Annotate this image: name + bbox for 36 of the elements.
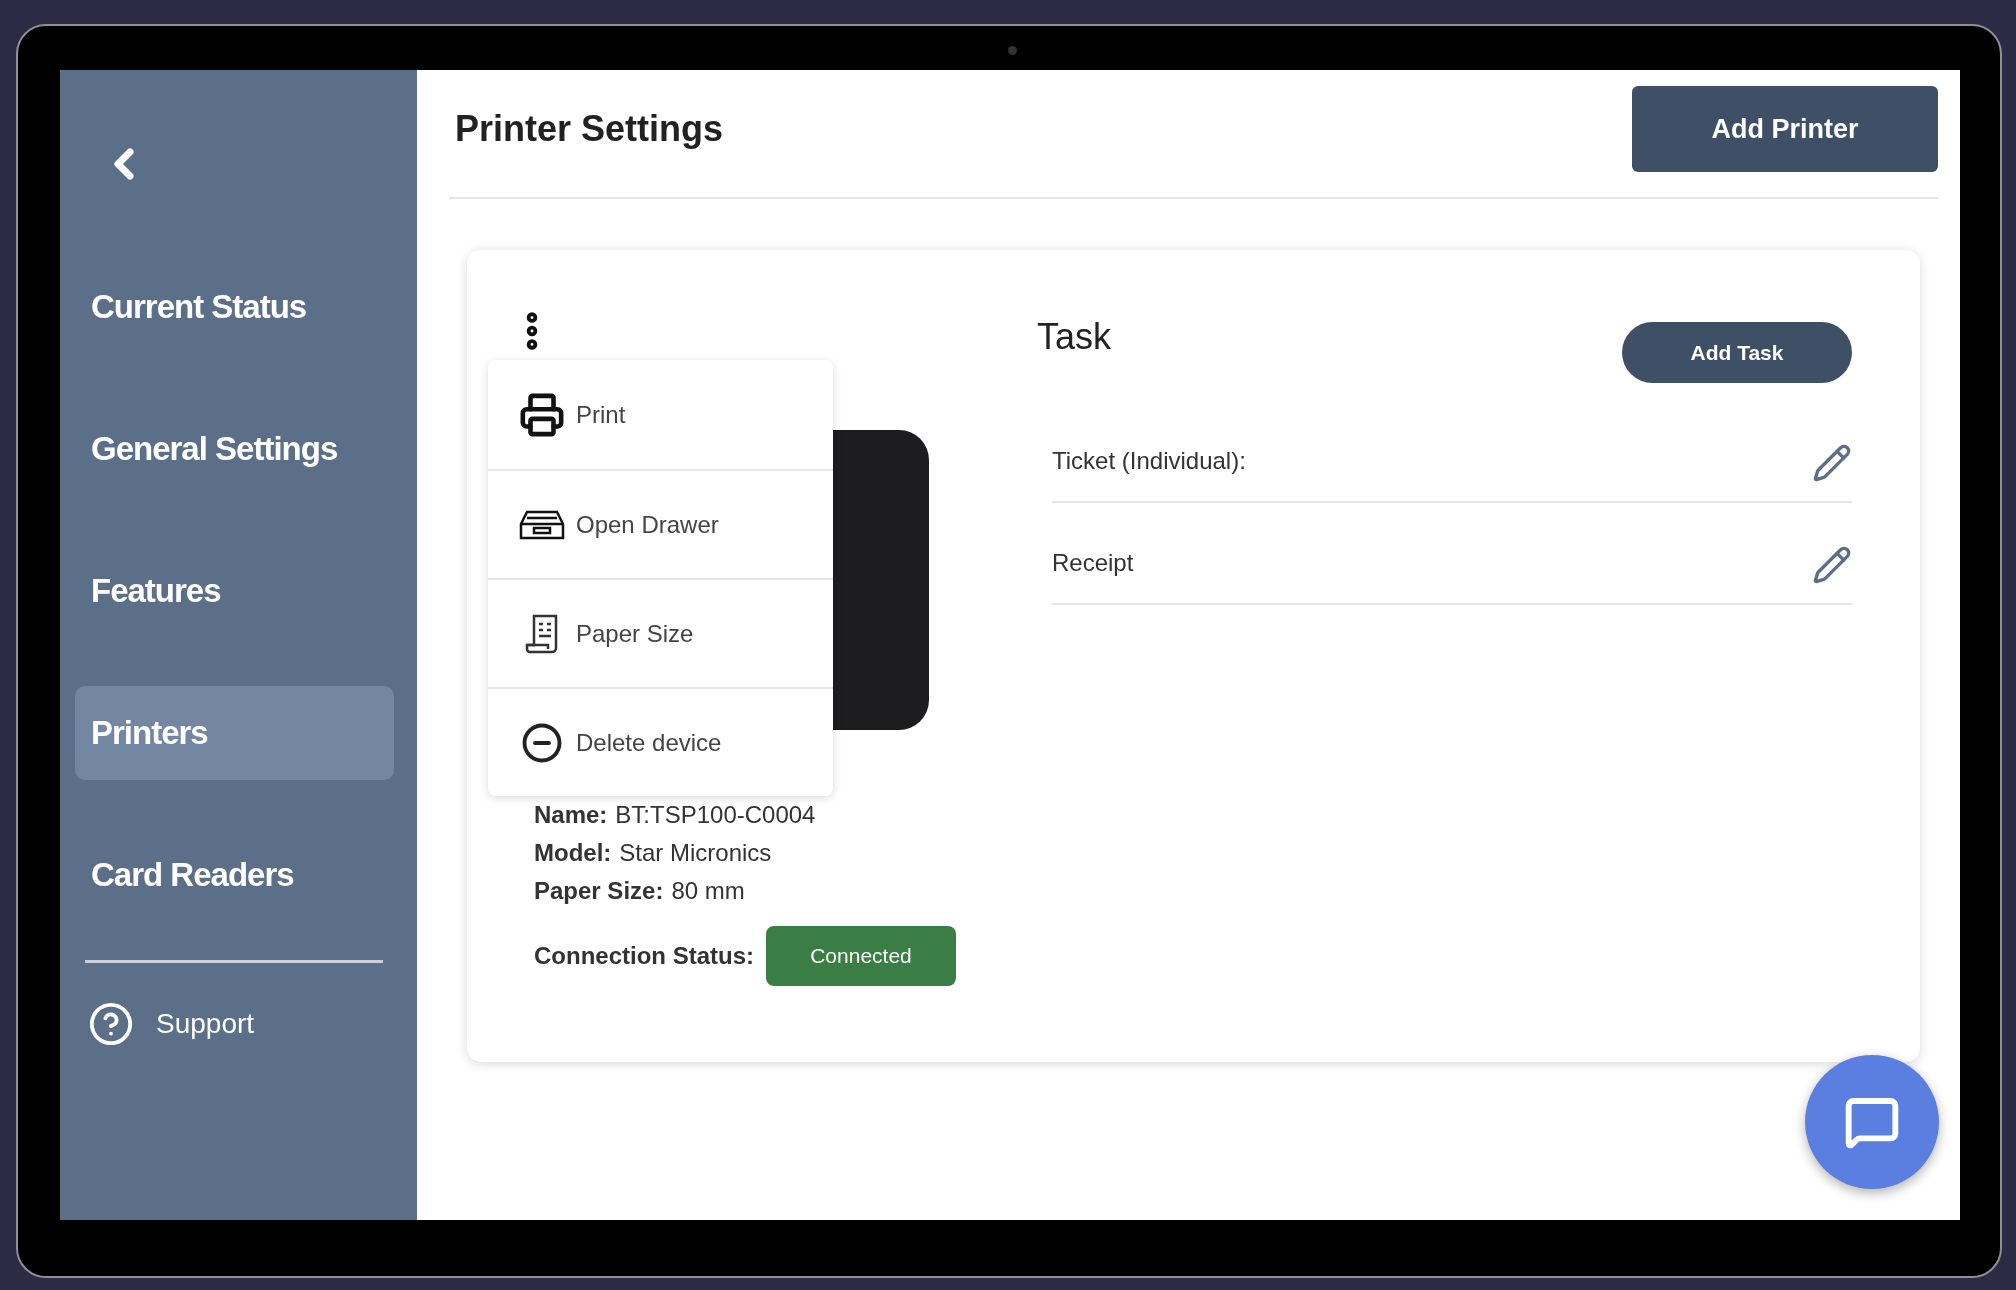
- task-title: Task: [1037, 315, 1112, 359]
- detail-value: Star Micronics: [619, 838, 772, 868]
- help-icon[interactable]: [88, 1001, 134, 1047]
- status-badge: Connected: [766, 926, 956, 986]
- menu-item-label: Open Drawer: [576, 509, 719, 540]
- menu-item[interactable]: Delete device: [488, 687, 833, 796]
- edit-icon[interactable]: [1812, 545, 1852, 585]
- task-label: Receipt: [1052, 548, 1134, 578]
- task-label: Ticket (Individual):: [1052, 446, 1246, 476]
- printer-icon: [519, 391, 565, 438]
- sidebar-item[interactable]: General Settings: [75, 402, 394, 496]
- menu-item[interactable]: Open Drawer: [488, 469, 833, 578]
- menu-item[interactable]: Paper Size: [488, 578, 833, 687]
- menu-item-label: Print: [576, 399, 626, 430]
- sidebar-item[interactable]: Features: [75, 544, 394, 638]
- chat-button[interactable]: [1805, 1055, 1939, 1189]
- detail-label: Model:: [534, 838, 612, 868]
- page-title: Printer Settings: [454, 107, 724, 151]
- detail-value: BT:TSP100-C0004: [615, 800, 816, 830]
- drawer-icon: [519, 509, 565, 540]
- receipt-icon: [525, 613, 559, 654]
- sidebar-item[interactable]: Current Status: [75, 260, 394, 354]
- detail-value: 80 mm: [671, 876, 745, 906]
- sidebar-item[interactable]: Card Readers: [75, 828, 394, 922]
- add-task-button[interactable]: Add Task: [1622, 322, 1852, 383]
- minus-circle-icon: [521, 721, 563, 764]
- menu-item-label: Delete device: [576, 727, 722, 758]
- add-printer-button[interactable]: Add Printer: [1632, 86, 1938, 172]
- support-link[interactable]: Support: [156, 1003, 255, 1045]
- detail-label: Name:: [534, 800, 608, 830]
- detail-label: Connection Status:: [534, 941, 754, 971]
- detail-label: Paper Size:: [534, 876, 664, 906]
- sidebar-item[interactable]: Printers: [75, 686, 394, 780]
- menu-item[interactable]: Print: [488, 360, 833, 469]
- menu-item-label: Paper Size: [576, 618, 694, 649]
- edit-icon[interactable]: [1812, 443, 1852, 483]
